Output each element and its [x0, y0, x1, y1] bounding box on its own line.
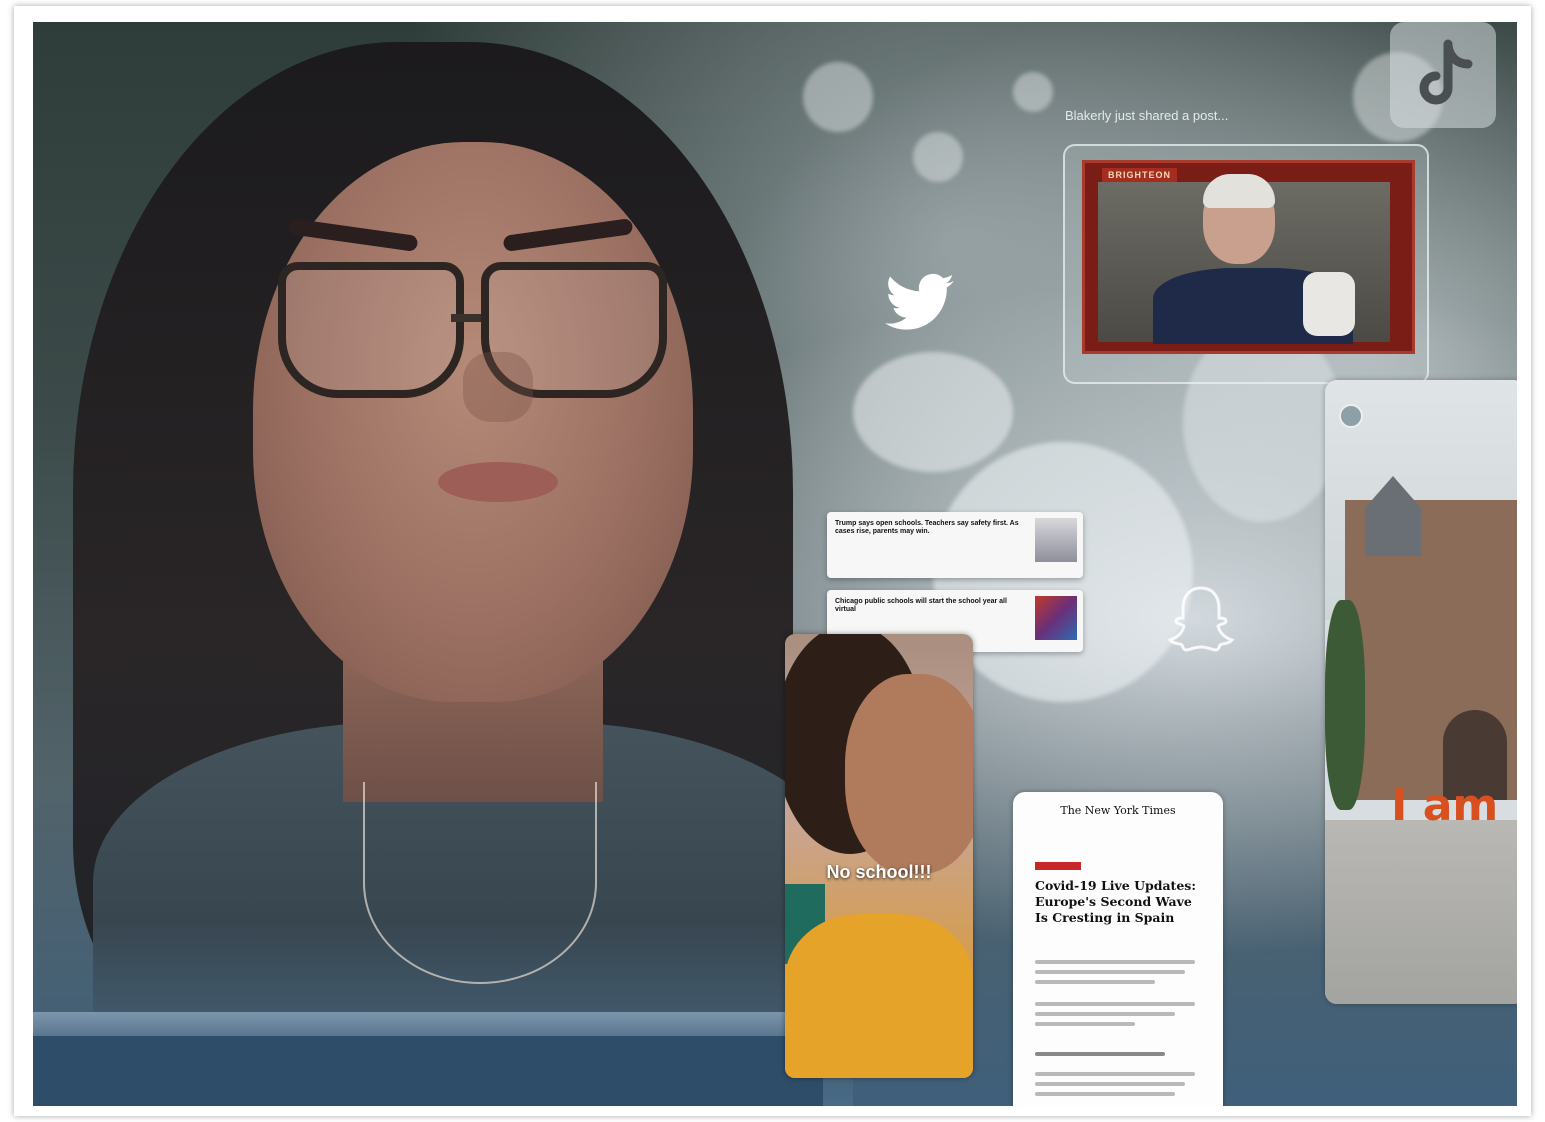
text-line	[1035, 1022, 1135, 1026]
avatar[interactable]	[1339, 404, 1363, 428]
lips	[438, 462, 558, 502]
nyt-article-phone[interactable]: The New York Times Covid-19 Live Updates…	[1013, 792, 1223, 1106]
snapchat-icon	[1167, 582, 1235, 654]
glasses-left-lens	[278, 262, 464, 398]
laptop	[33, 1036, 823, 1106]
bokeh-light	[1013, 72, 1053, 112]
nyt-masthead: The New York Times	[1060, 804, 1176, 817]
tiktok-icon	[1390, 22, 1496, 128]
necklace	[363, 782, 597, 984]
girl-portrait	[33, 22, 853, 1106]
text-line	[1035, 960, 1195, 964]
news-thumbnail	[1035, 518, 1077, 562]
text-line	[1035, 1082, 1185, 1086]
news-headline: Trump says open schools. Teachers say sa…	[835, 520, 1019, 535]
photo-scene: Blakerly just shared a post... BRIGHTEON…	[33, 22, 1517, 1106]
amsterdam-story-phone[interactable]: I am	[1325, 380, 1517, 1004]
news-headline: Chicago public schools will start the sc…	[835, 598, 1007, 613]
news-card[interactable]: Trump says open schools. Teachers say sa…	[827, 512, 1083, 578]
nose	[463, 352, 533, 422]
text-line	[1035, 1052, 1165, 1056]
text-line	[1035, 1072, 1195, 1076]
shared-post-notification: Blakerly just shared a post...	[1065, 108, 1229, 123]
news-thumbnail	[1035, 596, 1077, 640]
laptop-edge	[33, 1012, 823, 1036]
tree	[1325, 600, 1365, 810]
glasses-bridge	[451, 314, 481, 322]
bokeh-light	[913, 132, 963, 182]
presenter-hair	[1203, 174, 1275, 208]
bokeh-light	[853, 352, 1013, 472]
twitter-icon	[885, 272, 957, 338]
text-line	[1035, 1092, 1175, 1096]
story-phone[interactable]: No school!!!	[785, 634, 973, 1078]
live-tag	[1035, 862, 1081, 870]
video-badge: BRIGHTEON	[1102, 168, 1177, 182]
text-line	[1035, 1002, 1195, 1006]
woman-face	[845, 674, 973, 874]
text-line	[1035, 1012, 1175, 1016]
woman-shirt	[785, 914, 973, 1078]
nyt-headline: Covid-19 Live Updates: Europe's Second W…	[1035, 878, 1196, 925]
i-amsterdam-sign: I am	[1391, 780, 1499, 831]
plaza-ground	[1325, 820, 1517, 1004]
text-line	[1035, 970, 1185, 974]
thumbs-up-gesture	[1303, 272, 1355, 336]
story-caption: No school!!!	[826, 862, 932, 882]
text-line	[1035, 980, 1155, 984]
